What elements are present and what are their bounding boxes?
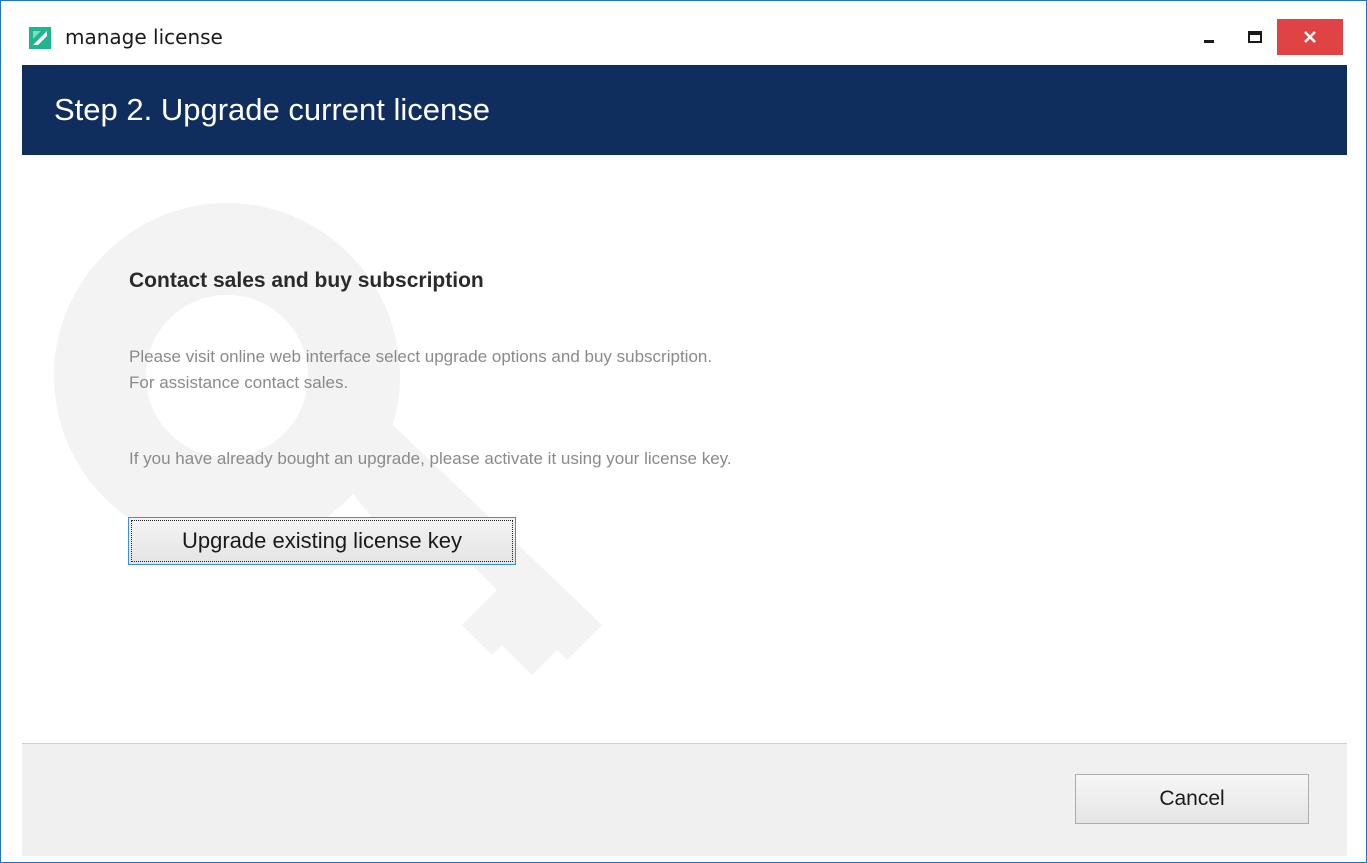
- upgrade-license-key-button[interactable]: Upgrade existing license key: [128, 517, 516, 565]
- maximize-button[interactable]: [1233, 19, 1277, 55]
- app-logo-icon: [29, 27, 51, 49]
- focus-ring: [131, 520, 513, 562]
- step-title: Step 2. Upgrade current license: [54, 92, 490, 127]
- close-icon: [1304, 31, 1316, 43]
- maximize-icon: [1248, 31, 1262, 43]
- footer-bar: Cancel: [22, 743, 1347, 856]
- cancel-button[interactable]: Cancel: [1075, 774, 1309, 824]
- license-window: manage license Step 2. Upgrade current l…: [0, 0, 1367, 863]
- info-text-line2: For assistance contact sales.: [129, 373, 349, 392]
- section-title: Contact sales and buy subscription: [129, 269, 484, 292]
- title-bar[interactable]: manage license: [1, 1, 1366, 65]
- activate-hint-text: If you have already bought an upgrade, p…: [129, 449, 732, 468]
- cancel-button-label: Cancel: [1159, 787, 1225, 810]
- window-title: manage license: [65, 25, 223, 49]
- minimize-button[interactable]: [1187, 19, 1231, 55]
- close-button[interactable]: [1277, 19, 1343, 55]
- info-text-line1: Please visit online web interface select…: [129, 347, 713, 366]
- step-header: Step 2. Upgrade current license: [22, 65, 1347, 155]
- content-panel: Contact sales and buy subscription Pleas…: [22, 155, 1347, 743]
- minimize-icon: [1204, 40, 1214, 43]
